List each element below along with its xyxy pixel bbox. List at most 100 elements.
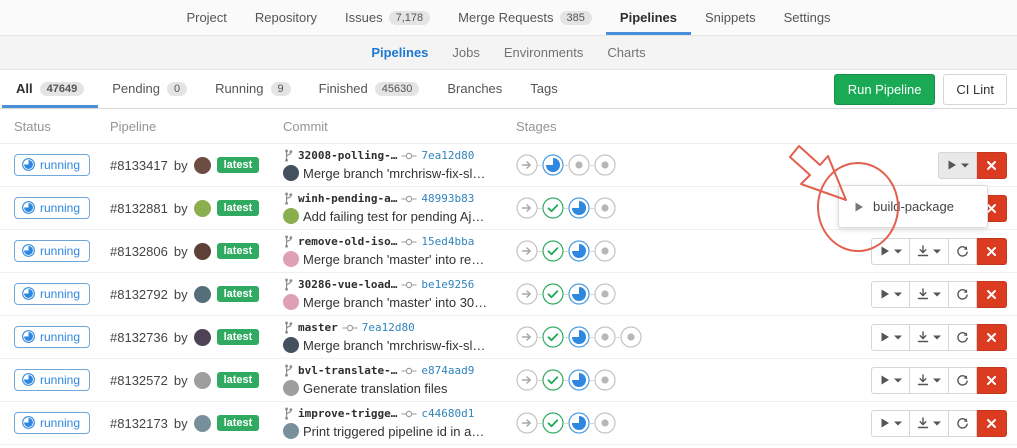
user-avatar[interactable]	[194, 243, 211, 260]
stage-success-icon[interactable]	[542, 197, 564, 219]
pipeline-id-link[interactable]: #8133417	[110, 158, 168, 173]
user-avatar[interactable]	[194, 329, 211, 346]
stage-skipped-icon[interactable]	[516, 154, 538, 176]
filter-tab[interactable]: Tags	[516, 70, 571, 108]
user-avatar[interactable]	[194, 415, 211, 432]
stage-skipped-icon[interactable]	[516, 369, 538, 391]
commit-author-avatar[interactable]	[283, 294, 299, 310]
commit-sha-link[interactable]: e874aad9	[421, 364, 474, 377]
commit-author-avatar[interactable]	[283, 251, 299, 267]
nav-item[interactable]: Snippets	[691, 0, 770, 35]
play-dropdown-button[interactable]	[871, 410, 910, 437]
run-pipeline-button[interactable]: Run Pipeline	[834, 74, 936, 105]
download-artifacts-dropdown-button[interactable]	[910, 410, 949, 437]
branch-link[interactable]: remove-old-iso…	[298, 235, 397, 248]
commit-sha-link[interactable]: 7ea12d80	[421, 149, 474, 162]
stage-running-icon[interactable]	[568, 412, 590, 434]
branch-link[interactable]: bvl-translate-…	[298, 364, 397, 377]
nav-item[interactable]: Pipelines	[606, 0, 691, 35]
cancel-pipeline-button[interactable]	[977, 281, 1007, 308]
ci-lint-button[interactable]: CI Lint	[943, 74, 1007, 105]
subnav-item[interactable]: Pipelines	[359, 45, 440, 60]
commit-message-link[interactable]: Merge branch 'mrchrisw-fix-sl…	[303, 166, 485, 181]
status-badge[interactable]: running	[14, 283, 90, 305]
stage-skipped-icon[interactable]	[516, 197, 538, 219]
stage-running-icon[interactable]	[568, 369, 590, 391]
branch-link[interactable]: winh-pending-a…	[298, 192, 397, 205]
commit-message-link[interactable]: Add failing test for pending Aj…	[303, 209, 484, 224]
stage-running-icon[interactable]	[568, 283, 590, 305]
cancel-pipeline-button[interactable]	[977, 324, 1007, 351]
dropdown-item-build-package[interactable]: build-package	[839, 195, 987, 218]
commit-author-avatar[interactable]	[283, 337, 299, 353]
subnav-item[interactable]: Jobs	[440, 45, 491, 60]
user-avatar[interactable]	[194, 286, 211, 303]
nav-item[interactable]: Settings	[770, 0, 845, 35]
stage-skipped-icon[interactable]	[516, 283, 538, 305]
commit-sha-link[interactable]: 7ea12d80	[362, 321, 415, 334]
pipeline-id-link[interactable]: #8132792	[110, 287, 168, 302]
status-badge[interactable]: running	[14, 412, 90, 434]
stage-created-icon[interactable]	[594, 326, 616, 348]
commit-message-link[interactable]: Merge branch 'master' into 30…	[303, 295, 487, 310]
play-dropdown-button[interactable]	[871, 367, 910, 394]
commit-author-avatar[interactable]	[283, 208, 299, 224]
retry-pipeline-button[interactable]	[949, 410, 977, 437]
filter-tab[interactable]: Running 9	[201, 70, 305, 108]
commit-message-link[interactable]: Generate translation files	[303, 381, 448, 396]
branch-link[interactable]: 30286-vue-load…	[298, 278, 397, 291]
status-badge[interactable]: running	[14, 326, 90, 348]
stage-running-icon[interactable]	[568, 197, 590, 219]
stage-created-icon[interactable]	[594, 412, 616, 434]
branch-link[interactable]: master	[298, 321, 338, 334]
stage-running-icon[interactable]	[542, 154, 564, 176]
user-avatar[interactable]	[194, 372, 211, 389]
stage-success-icon[interactable]	[542, 412, 564, 434]
commit-sha-link[interactable]: 48993b83	[421, 192, 474, 205]
download-artifacts-dropdown-button[interactable]	[910, 238, 949, 265]
pipeline-id-link[interactable]: #8132572	[110, 373, 168, 388]
stage-created-icon[interactable]	[594, 240, 616, 262]
commit-message-link[interactable]: Merge branch 'mrchrisw-fix-sl…	[303, 338, 485, 353]
nav-item[interactable]: Merge Requests 385	[444, 0, 606, 35]
retry-pipeline-button[interactable]	[949, 281, 977, 308]
stage-running-icon[interactable]	[568, 326, 590, 348]
stage-created-icon[interactable]	[594, 197, 616, 219]
filter-tab[interactable]: Finished 45630	[305, 70, 434, 108]
stage-created-icon[interactable]	[594, 283, 616, 305]
stage-success-icon[interactable]	[542, 283, 564, 305]
stage-success-icon[interactable]	[542, 369, 564, 391]
cancel-pipeline-button[interactable]	[977, 410, 1007, 437]
stage-skipped-icon[interactable]	[516, 240, 538, 262]
status-badge[interactable]: running	[14, 197, 90, 219]
pipeline-id-link[interactable]: #8132806	[110, 244, 168, 259]
commit-sha-link[interactable]: 15ed4bba	[421, 235, 474, 248]
cancel-pipeline-button[interactable]	[977, 238, 1007, 265]
user-avatar[interactable]	[194, 157, 211, 174]
pipeline-id-link[interactable]: #8132736	[110, 330, 168, 345]
status-badge[interactable]: running	[14, 240, 90, 262]
stage-skipped-icon[interactable]	[516, 326, 538, 348]
filter-tab[interactable]: Branches	[433, 70, 516, 108]
cancel-pipeline-button[interactable]	[977, 152, 1007, 179]
commit-message-link[interactable]: Print triggered pipeline id in a…	[303, 424, 484, 439]
commit-message-link[interactable]: Merge branch 'master' into re…	[303, 252, 484, 267]
retry-pipeline-button[interactable]	[949, 238, 977, 265]
commit-sha-link[interactable]: c44680d1	[421, 407, 474, 420]
nav-item[interactable]: Issues 7,178	[331, 0, 444, 35]
status-badge[interactable]: running	[14, 369, 90, 391]
commit-author-avatar[interactable]	[283, 380, 299, 396]
filter-tab[interactable]: Pending 0	[98, 70, 201, 108]
commit-author-avatar[interactable]	[283, 423, 299, 439]
branch-link[interactable]: improve-trigge…	[298, 407, 397, 420]
cancel-pipeline-button[interactable]	[977, 367, 1007, 394]
retry-pipeline-button[interactable]	[949, 367, 977, 394]
stage-created-icon[interactable]	[594, 369, 616, 391]
branch-link[interactable]: 32008-polling-…	[298, 149, 397, 162]
stage-created-icon[interactable]	[620, 326, 642, 348]
download-artifacts-dropdown-button[interactable]	[910, 324, 949, 351]
subnav-item[interactable]: Environments	[492, 45, 595, 60]
subnav-item[interactable]: Charts	[595, 45, 657, 60]
commit-author-avatar[interactable]	[283, 165, 299, 181]
status-badge[interactable]: running	[14, 154, 90, 176]
